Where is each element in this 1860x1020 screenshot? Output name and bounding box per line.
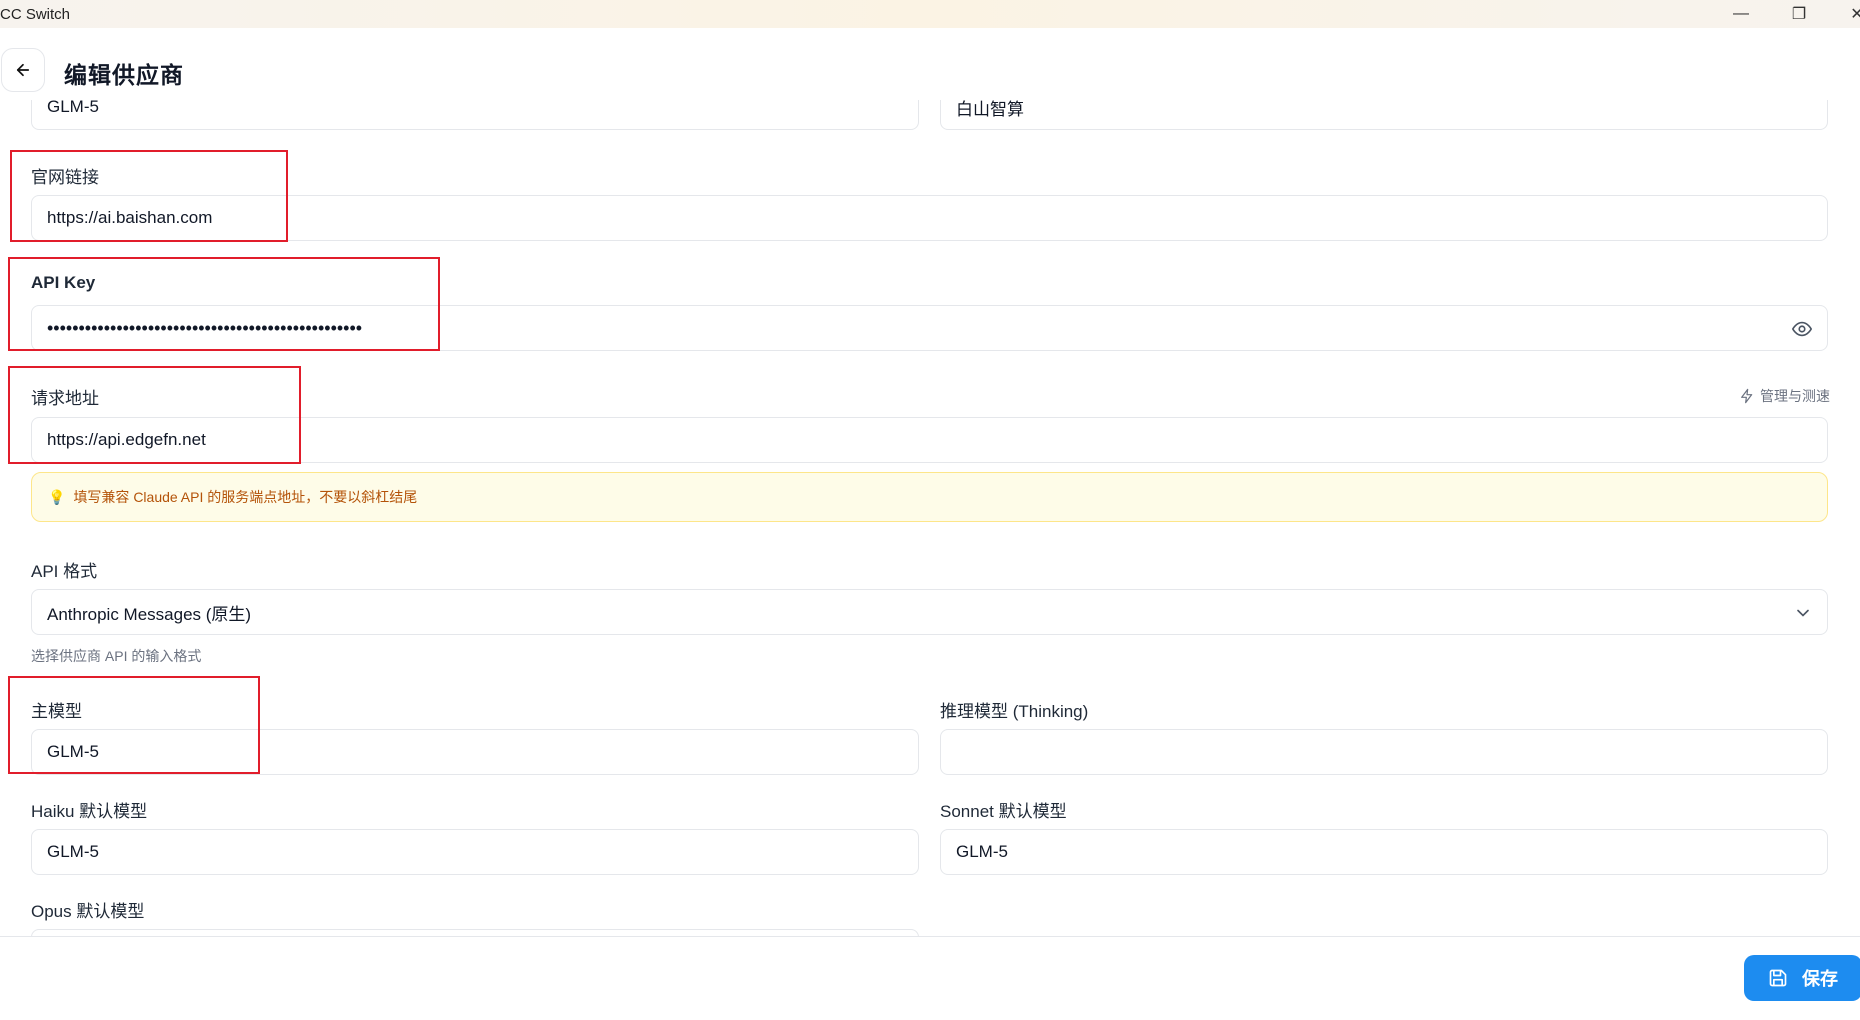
save-label: 保存: [1802, 969, 1838, 989]
maximize-button[interactable]: ❐: [1776, 0, 1822, 28]
provider-remark-input[interactable]: 白山智算: [940, 100, 1828, 130]
website-label: 官网链接: [31, 168, 99, 187]
opus-model-input[interactable]: [31, 929, 919, 936]
sonnet-model-input[interactable]: GLM-5: [940, 829, 1828, 875]
close-button[interactable]: ✕: [1834, 0, 1860, 28]
haiku-model-input[interactable]: GLM-5: [31, 829, 919, 875]
sonnet-model-label: Sonnet 默认模型: [940, 802, 1067, 821]
api-key-input[interactable]: ••••••••••••••••••••••••••••••••••••••••…: [31, 305, 1828, 351]
api-format-value: Anthropic Messages (原生): [47, 604, 252, 624]
page-header: 编辑供应商: [0, 28, 1860, 110]
opus-model-label: Opus 默认模型: [31, 902, 145, 921]
website-input[interactable]: https://ai.baishan.com: [31, 195, 1828, 241]
title-bar: CC Switch — ❐ ✕: [0, 0, 1860, 28]
lightning-icon: [1741, 388, 1753, 404]
manage-speedtest-link[interactable]: 管理与测速: [1739, 386, 1830, 406]
api-format-hint: 选择供应商 API 的输入格式: [31, 648, 202, 664]
thinking-model-label: 推理模型 (Thinking): [940, 702, 1089, 721]
back-button[interactable]: [1, 48, 45, 92]
footer-bar: 保存: [0, 936, 1860, 1020]
bulb-icon: 💡: [48, 488, 66, 505]
save-icon: [1769, 969, 1787, 987]
app-title: CC Switch: [0, 6, 71, 23]
form-scroll-area[interactable]: GLM-5 白山智算 官网链接 https://ai.baishan.com A…: [0, 100, 1860, 936]
api-key-value: ••••••••••••••••••••••••••••••••••••••••…: [47, 317, 363, 338]
maximize-icon: ❐: [1791, 6, 1807, 23]
thinking-model-input[interactable]: [940, 729, 1828, 775]
back-arrow-icon: [16, 63, 30, 77]
main-model-input[interactable]: GLM-5: [31, 729, 919, 775]
endpoint-tip: 💡 填写兼容 Claude API 的服务端点地址，不要以斜杠结尾: [31, 472, 1828, 522]
api-format-label: API 格式: [31, 562, 98, 581]
haiku-model-label: Haiku 默认模型: [31, 802, 148, 821]
chevron-down-icon: [1797, 609, 1809, 617]
minimize-button[interactable]: —: [1718, 0, 1764, 28]
main-model-label: 主模型: [31, 702, 82, 721]
close-icon: ✕: [1850, 6, 1860, 23]
endpoint-tip-text: 填写兼容 Claude API 的服务端点地址，不要以斜杠结尾: [73, 489, 418, 505]
save-button[interactable]: 保存: [1744, 955, 1860, 1001]
api-key-label: API Key: [31, 273, 96, 292]
page-title: 编辑供应商: [64, 62, 184, 88]
endpoint-label: 请求地址: [31, 389, 99, 408]
endpoint-input[interactable]: https://api.edgefn.net: [31, 417, 1828, 463]
provider-name-input[interactable]: GLM-5: [31, 100, 919, 130]
minimize-icon: —: [1733, 5, 1749, 22]
api-format-select[interactable]: Anthropic Messages (原生): [31, 589, 1828, 635]
eye-icon[interactable]: [1791, 318, 1813, 340]
manage-speedtest-label: 管理与测速: [1760, 388, 1830, 404]
